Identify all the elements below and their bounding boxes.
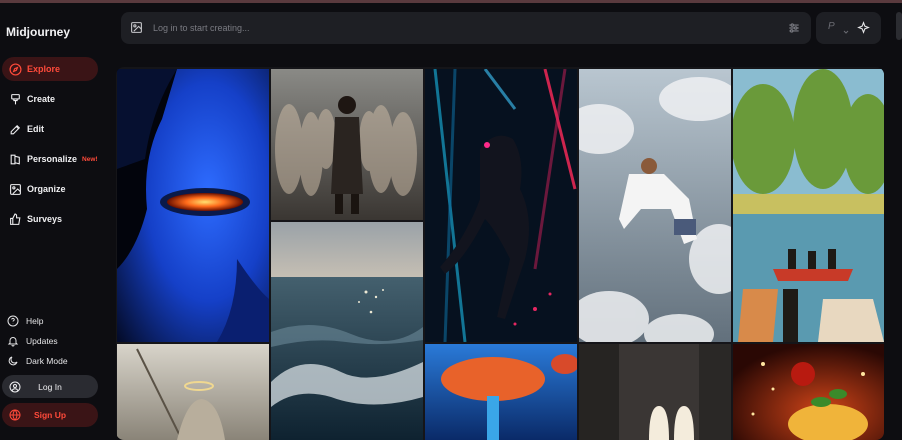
image-upload-icon[interactable]	[130, 21, 143, 39]
edit-icon	[8, 122, 22, 136]
sidebar-nav: Explore Create Edit Personalize New! Org…	[2, 57, 98, 237]
settings-sliders-icon[interactable]	[787, 21, 801, 40]
gallery-image-sky-jumper[interactable]	[579, 69, 731, 342]
brush-icon	[8, 92, 22, 106]
sidebar: Midjourney Explore Create Edit Personali…	[0, 3, 112, 440]
app-window: Midjourney Explore Create Edit Personali…	[0, 0, 902, 440]
compass-icon	[8, 62, 22, 76]
sidebar-item-label: Edit	[27, 124, 44, 134]
gallery-image-mushroom[interactable]	[425, 344, 577, 440]
new-badge: New!	[82, 155, 98, 163]
login-button[interactable]: Log In	[2, 375, 98, 398]
help-icon	[6, 314, 20, 328]
app-logo[interactable]: Midjourney	[6, 25, 70, 39]
signup-button[interactable]: Sign Up	[2, 403, 98, 427]
sidebar-item-label: Explore	[27, 64, 61, 74]
gallery-image-ocean[interactable]	[271, 222, 423, 440]
globe-icon	[8, 408, 22, 422]
sidebar-item-explore[interactable]: Explore	[2, 57, 98, 81]
gallery-image-angel[interactable]	[117, 344, 269, 440]
sidebar-item-label: Updates	[26, 336, 58, 346]
sidebar-item-edit[interactable]: Edit	[2, 117, 98, 141]
sidebar-item-updates[interactable]: Updates	[2, 332, 98, 350]
window-top-border	[0, 0, 902, 3]
personalization-controls: P	[816, 12, 881, 44]
chevron-down-icon[interactable]	[842, 23, 850, 41]
sidebar-item-help[interactable]: Help	[2, 312, 98, 330]
sidebar-item-dark-mode[interactable]: Dark Mode	[2, 352, 98, 370]
book-icon	[8, 152, 22, 166]
gallery-image-blue-face[interactable]	[117, 69, 269, 342]
personalize-toggle[interactable]: P	[828, 21, 835, 32]
sidebar-bottom: Help Updates Dark Mode Log In Sign Up	[2, 312, 98, 427]
gallery-image-dark-room[interactable]	[579, 344, 731, 440]
scrollbar-thumb[interactable]	[896, 12, 902, 40]
user-icon	[8, 380, 22, 394]
sidebar-item-personalize[interactable]: Personalize New!	[2, 147, 98, 171]
sidebar-item-surveys[interactable]: Surveys	[2, 207, 98, 231]
sidebar-item-label: Help	[26, 316, 44, 326]
gallery-image-impressionist-park[interactable]	[733, 69, 884, 342]
gallery-image-cyber-dancer[interactable]	[425, 69, 577, 342]
sidebar-item-label: Organize	[27, 184, 66, 194]
prompt-bar	[121, 12, 811, 44]
bell-icon	[6, 334, 20, 348]
thumbs-up-icon	[8, 212, 22, 226]
sidebar-item-label: Personalize	[27, 154, 78, 164]
moon-icon	[6, 354, 20, 368]
sidebar-item-label: Dark Mode	[26, 356, 68, 366]
prompt-input[interactable]	[153, 19, 753, 37]
gallery-image-pasta[interactable]	[733, 344, 884, 440]
sidebar-item-label: Create	[27, 94, 56, 104]
spark-icon[interactable]	[857, 21, 870, 39]
image-icon	[8, 182, 22, 196]
sidebar-item-label: Surveys	[27, 214, 63, 224]
gallery-image-crowd[interactable]	[271, 69, 423, 220]
sidebar-item-organize[interactable]: Organize	[2, 177, 98, 201]
sidebar-item-create[interactable]: Create	[2, 87, 98, 111]
explore-gallery	[116, 67, 884, 440]
